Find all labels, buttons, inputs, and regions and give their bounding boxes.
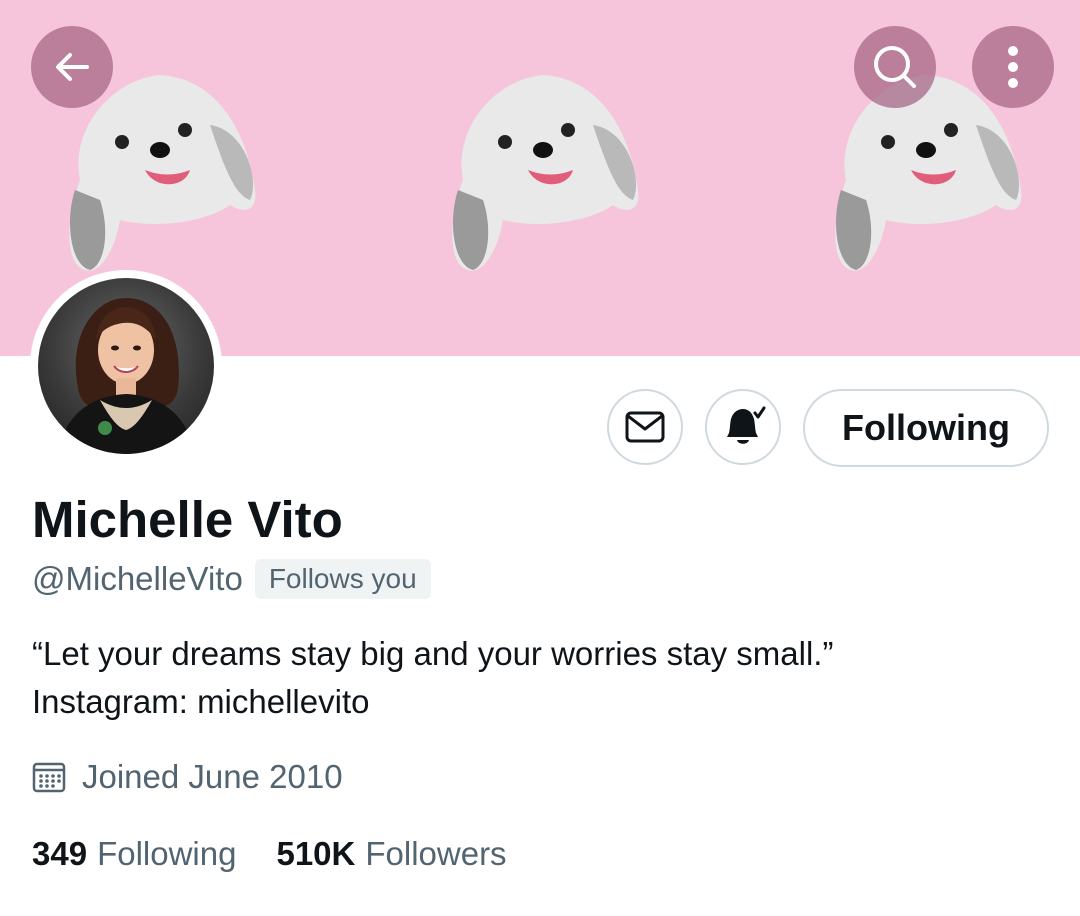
stats-row: 349 Following 510K Followers [32,830,507,878]
profile-handle: @MichelleVito [32,560,243,597]
profile-name: Michelle Vito [32,491,343,548]
search-button[interactable] [854,26,936,108]
followers-label: Followers [365,835,507,872]
profile-page: Following Michelle Vito @MichelleVito Fo… [0,0,1080,916]
following-count: 349 [32,835,88,872]
bio-line: “Let your dreams stay big and your worri… [32,635,834,672]
arrow-left-icon [56,53,89,81]
calendar-icon [32,762,66,793]
more-options-button[interactable] [972,26,1054,108]
back-button[interactable] [31,26,113,108]
handle-row: @MichelleVito Follows you [32,557,431,601]
following-button[interactable]: Following [803,389,1049,467]
mail-icon [625,411,665,443]
following-stat-link[interactable]: 349 Following [32,835,236,873]
bio-line: Instagram: michellevito [32,683,370,720]
joined-date-row: Joined June 2010 [32,754,343,800]
followers-count: 510K [276,835,356,872]
following-label: Following [97,835,237,872]
avatar[interactable] [30,270,222,462]
avatar-photo [38,278,214,454]
more-vertical-icon [1008,46,1018,88]
joined-date: Joined June 2010 [82,758,343,795]
search-icon [874,46,916,88]
bell-subscribed-icon [727,406,766,444]
follows-you-badge: Follows you [254,559,431,599]
dog-icon [443,70,643,275]
profile-bio: “Let your dreams stay big and your worri… [32,630,833,726]
message-button[interactable] [607,389,683,465]
followers-stat-link[interactable]: 510K Followers [276,835,506,873]
notifications-button[interactable] [705,389,781,465]
